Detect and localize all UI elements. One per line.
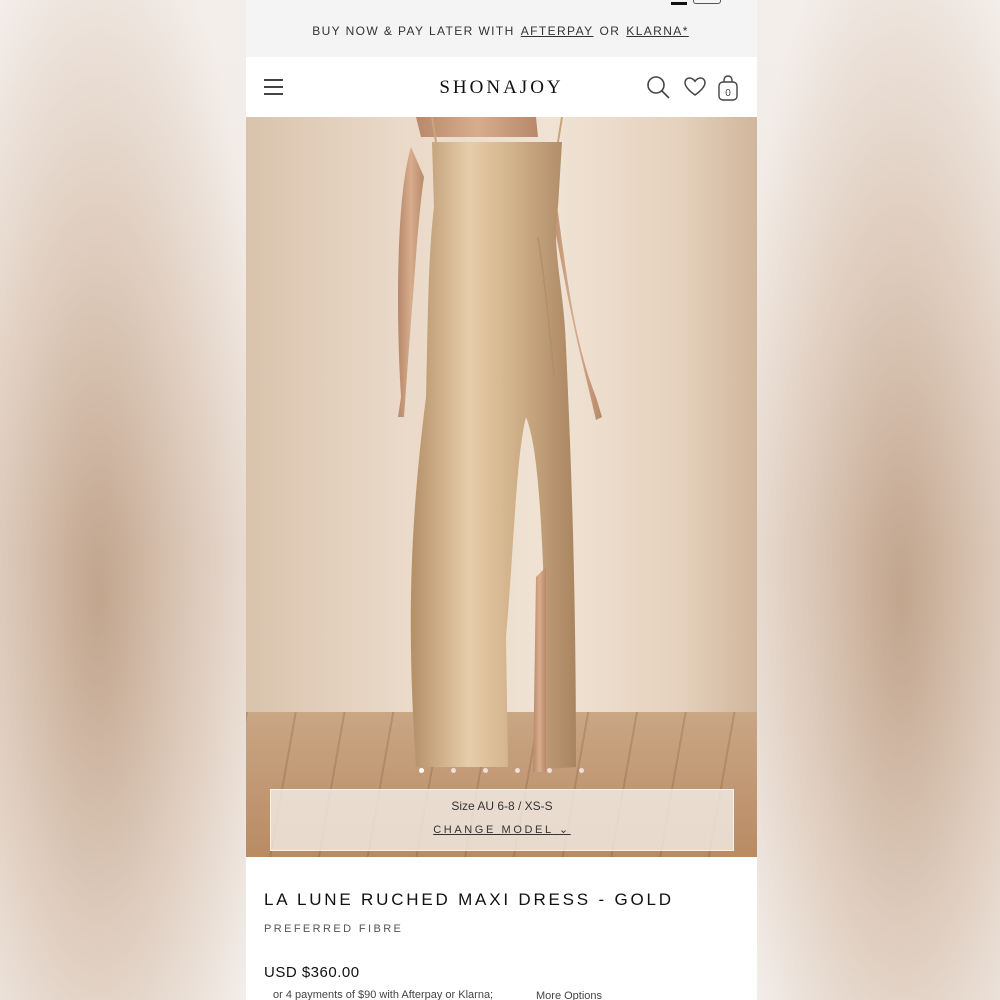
cart-count: 0 (725, 88, 731, 99)
afterpay-link[interactable]: AFTERPAY (521, 24, 594, 38)
klarna-link[interactable]: KLARNA* (626, 24, 689, 38)
gallery-dot[interactable] (547, 768, 552, 773)
change-model-button[interactable]: CHANGE MODEL ⌄ (433, 823, 571, 836)
promo-banner: BUY NOW & PAY LATER WITH AFTERPAY OR KLA… (246, 5, 757, 57)
promo-text: BUY NOW & PAY LATER WITH (312, 24, 515, 38)
battery-icon (693, 0, 721, 4)
heart-icon[interactable] (684, 77, 706, 102)
model-info-panel: Size AU 6-8 / XS-S CHANGE MODEL ⌄ (270, 789, 734, 851)
gallery-dot[interactable] (419, 768, 424, 773)
gallery-pagination (246, 768, 757, 773)
product-price: USD $360.00 (264, 964, 360, 981)
gallery-dot[interactable] (579, 768, 584, 773)
gallery-dot[interactable] (451, 768, 456, 773)
shopping-bag-icon[interactable]: 0 (718, 75, 738, 106)
gallery-dot[interactable] (483, 768, 488, 773)
preferred-fibre-label: PREFERRED FIBRE (264, 923, 404, 935)
search-icon[interactable] (646, 75, 670, 104)
brand-logo[interactable]: SHONAJOY (246, 77, 757, 99)
site-header: SHONAJOY 0 (246, 57, 757, 117)
phone-screen: BUY NOW & PAY LATER WITH AFTERPAY OR KLA… (246, 0, 757, 1000)
more-options-link[interactable]: More Options (536, 990, 602, 1000)
model-size-text: Size AU 6-8 / XS-S (451, 799, 553, 813)
background-blur-left (0, 0, 246, 1000)
promo-or: OR (599, 24, 621, 38)
installment-text: or 4 payments of $90 with Afterpay or Kl… (273, 989, 494, 1000)
product-title: LA LUNE RUCHED MAXI DRESS - GOLD (264, 890, 674, 909)
product-image[interactable]: Size AU 6-8 / XS-S CHANGE MODEL ⌄ (246, 117, 757, 857)
change-model-label: CHANGE MODEL (433, 824, 554, 836)
dress-model-illustration (398, 117, 602, 772)
gallery-dot[interactable] (515, 768, 520, 773)
chevron-down-icon: ⌄ (558, 824, 571, 836)
background-blur-right (754, 0, 1000, 1000)
